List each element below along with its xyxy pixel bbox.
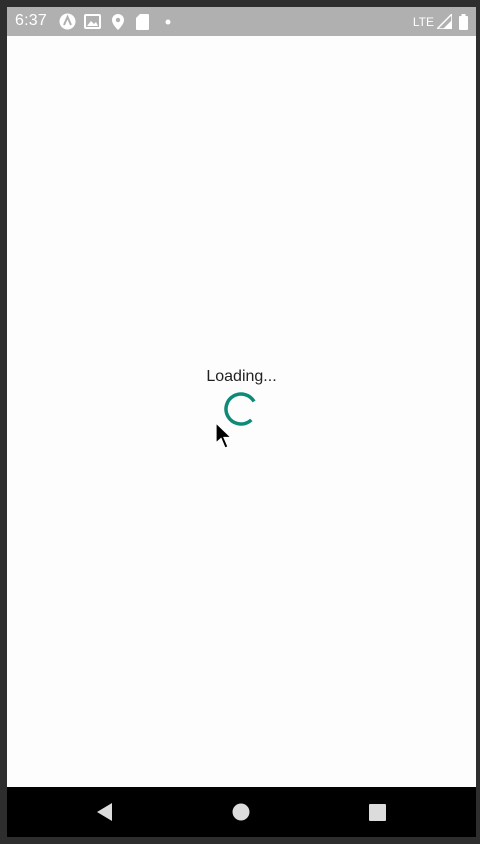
dot-icon — [159, 13, 176, 30]
main-content: Loading... — [7, 36, 476, 787]
back-icon — [97, 803, 112, 821]
signal-icon — [436, 13, 453, 30]
loading-label: Loading... — [206, 368, 277, 385]
status-bar: 6:37 LTE — [7, 7, 476, 36]
notification-icons — [59, 13, 184, 30]
network-type: LTE — [412, 14, 434, 29]
location-icon — [109, 13, 126, 30]
mouse-cursor-icon — [215, 422, 233, 449]
sd-card-icon — [134, 13, 151, 30]
battery-icon — [459, 13, 468, 30]
screen-frame: 6:37 LTE Loading... — [0, 0, 480, 844]
app-icon — [59, 13, 76, 30]
recents-button[interactable] — [367, 802, 387, 822]
status-time: 6:37 — [15, 12, 47, 29]
system-icons: LTE — [413, 13, 468, 30]
navigation-bar — [7, 787, 476, 837]
recents-icon — [368, 803, 386, 821]
home-button[interactable] — [231, 802, 251, 822]
home-icon — [232, 803, 250, 821]
gallery-icon — [84, 13, 101, 30]
back-button[interactable] — [95, 802, 115, 822]
device-screen: 6:37 LTE Loading... — [7, 7, 476, 837]
